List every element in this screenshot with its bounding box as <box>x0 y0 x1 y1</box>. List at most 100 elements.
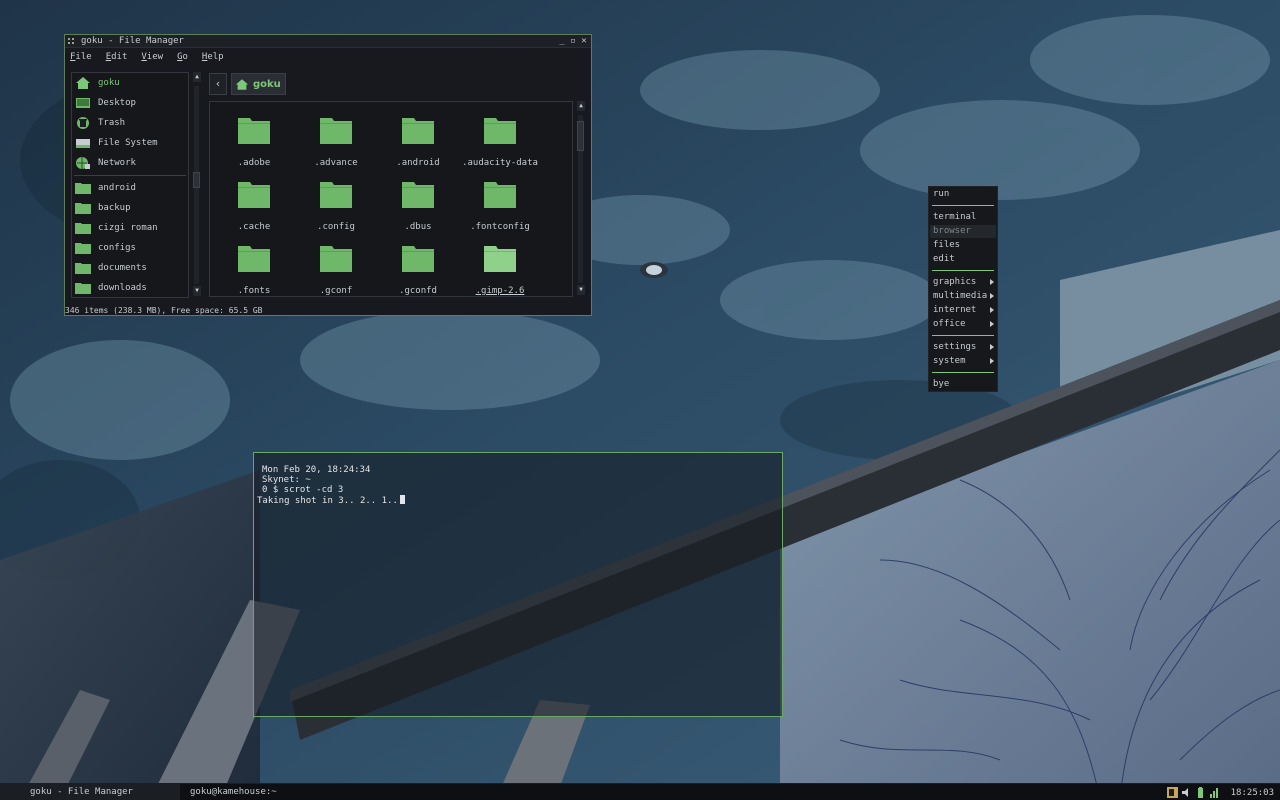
back-button[interactable]: ‹ <box>209 73 227 95</box>
sidebar-item-downloads[interactable]: downloads <box>72 278 188 297</box>
menu-item-edit[interactable]: edit <box>933 254 955 264</box>
breadcrumb-home[interactable]: goku <box>231 73 286 95</box>
menu-item-bye[interactable]: bye <box>933 379 949 389</box>
menu-item-multimedia[interactable]: multimedia <box>933 291 987 301</box>
sidebar-scrollbar[interactable]: ▲ ▼ <box>191 72 202 298</box>
menu-item-browser[interactable]: browser <box>933 226 971 236</box>
file-item[interactable]: .android <box>377 108 459 168</box>
folder-icon <box>238 118 270 144</box>
sidebar-item-network[interactable]: Network <box>72 153 188 173</box>
sidebar-item-label: configs <box>98 243 136 253</box>
menu-item-internet[interactable]: internet <box>933 305 976 315</box>
task-file-manager[interactable]: goku - File Manager <box>0 784 180 800</box>
pidgin-icon[interactable] <box>1166 787 1178 798</box>
battery-icon[interactable] <box>1195 787 1206 798</box>
system-tray: 18:25:03 <box>1166 786 1274 799</box>
sidebar-item-cizgi-roman[interactable]: cizgi roman <box>72 218 188 238</box>
sidebar-item-backup[interactable]: backup <box>72 198 188 218</box>
terminal-window[interactable]: Mon Feb 20, 18:24:34 Skynet: ~ 0 $ scrot… <box>253 452 783 717</box>
submenu-arrow-icon <box>990 321 994 327</box>
menu-title-run[interactable]: run <box>933 189 949 199</box>
scroll-down-icon[interactable]: ▼ <box>577 285 585 295</box>
taskbar: goku - File Manager goku@kamehouse:~ 18:… <box>0 783 1280 800</box>
menu-file[interactable]: File <box>70 52 92 62</box>
sidebar-item-configs[interactable]: configs <box>72 238 188 258</box>
desktop-icon <box>76 98 90 108</box>
file-item[interactable]: .fontconfig <box>459 172 541 232</box>
file-item[interactable]: .advance <box>295 108 377 168</box>
scrollbar-thumb[interactable] <box>193 172 200 188</box>
file-item[interactable]: .config <box>295 172 377 232</box>
network-status-icon[interactable] <box>1209 787 1220 798</box>
menu-go[interactable]: Go <box>177 52 188 62</box>
trash-icon <box>77 117 89 129</box>
menu-item-office[interactable]: office <box>933 319 966 329</box>
scroll-up-icon[interactable]: ▲ <box>577 101 585 111</box>
folder-icon <box>402 182 434 208</box>
sidebar-item-android[interactable]: android <box>72 178 188 198</box>
menubar: File Edit View Go Help <box>65 49 591 65</box>
sidebar-item-goku[interactable]: goku <box>72 73 188 93</box>
sidebar-item-desktop[interactable]: Desktop <box>72 93 188 113</box>
file-grid: .adobe .advance .android .audacity-data … <box>209 101 573 297</box>
sidebar-item-label: android <box>98 183 136 193</box>
folder-icon <box>75 203 91 214</box>
file-item[interactable]: .gconf <box>295 236 377 296</box>
window-title: goku - File Manager <box>81 36 184 46</box>
folder-icon <box>484 182 516 208</box>
sidebar-item-trash[interactable]: Trash <box>72 113 188 133</box>
menu-edit[interactable]: Edit <box>106 52 128 62</box>
menu-help[interactable]: Help <box>202 52 224 62</box>
file-label: .cache <box>237 222 271 232</box>
file-item[interactable]: .cache <box>213 172 295 232</box>
menu-view[interactable]: View <box>141 52 163 62</box>
terminal-host-line: Skynet: ~ <box>262 475 311 485</box>
minimize-icon[interactable]: _ <box>558 37 566 46</box>
file-item[interactable]: .gconfd <box>377 236 459 296</box>
menu-item-settings[interactable]: settings <box>933 342 976 352</box>
sidebar-item-file-system[interactable]: File System <box>72 133 188 153</box>
home-icon <box>235 78 249 90</box>
menu-item-terminal[interactable]: terminal <box>933 212 976 222</box>
sidebar-item-documents[interactable]: documents <box>72 258 188 278</box>
status-bar: 346 items (238.3 MB), Free space: 65.5 G… <box>65 306 263 315</box>
window-menu-icon[interactable] <box>68 37 77 45</box>
file-label: .advance <box>314 158 358 168</box>
file-item[interactable]: .adobe <box>213 108 295 168</box>
menu-item-system[interactable]: system <box>933 356 966 366</box>
folder-icon <box>484 246 516 272</box>
network-icon <box>76 157 90 169</box>
folder-icon <box>75 243 91 254</box>
close-icon[interactable]: ✕ <box>580 37 588 46</box>
window-titlebar[interactable]: goku - File Manager _ ▫ ✕ <box>65 35 591 48</box>
breadcrumb-label: goku <box>253 78 281 90</box>
terminal-output-text: Taking shot in 3.. 2.. 1.. <box>257 496 398 506</box>
file-grid-scrollbar[interactable]: ▲ ▼ <box>575 101 586 297</box>
file-item[interactable]: .gimp-2.6 <box>459 236 541 296</box>
maximize-icon[interactable]: ▫ <box>569 37 577 46</box>
terminal-date-line: Mon Feb 20, 18:24:34 <box>262 465 371 475</box>
submenu-arrow-icon <box>990 358 994 364</box>
sidebar-item-label: backup <box>98 203 131 213</box>
folder-icon <box>320 118 352 144</box>
menu-item-files[interactable]: files <box>933 240 960 250</box>
menu-separator <box>932 372 994 373</box>
menu-separator <box>932 205 994 206</box>
file-label: .audacity-data <box>462 158 538 168</box>
sidebar-item-label: cizgi roman <box>98 223 158 233</box>
file-item[interactable]: .audacity-data <box>459 108 541 168</box>
scroll-up-icon[interactable]: ▲ <box>193 72 201 82</box>
file-manager-window: goku - File Manager _ ▫ ✕ File Edit View… <box>64 34 592 316</box>
file-item[interactable]: .dbus <box>377 172 459 232</box>
folder-icon <box>320 182 352 208</box>
scroll-down-icon[interactable]: ▼ <box>193 286 201 296</box>
sidebar-item-label: goku <box>98 78 120 88</box>
task-terminal[interactable]: goku@kamehouse:~ <box>182 784 362 800</box>
volume-icon[interactable] <box>1181 787 1192 798</box>
menu-item-graphics[interactable]: graphics <box>933 277 976 287</box>
file-label: .dbus <box>404 222 432 232</box>
scrollbar-thumb[interactable] <box>577 121 584 151</box>
submenu-arrow-icon <box>990 307 994 313</box>
location-bar: ‹ goku <box>209 73 286 95</box>
file-item[interactable]: .fonts <box>213 236 295 296</box>
